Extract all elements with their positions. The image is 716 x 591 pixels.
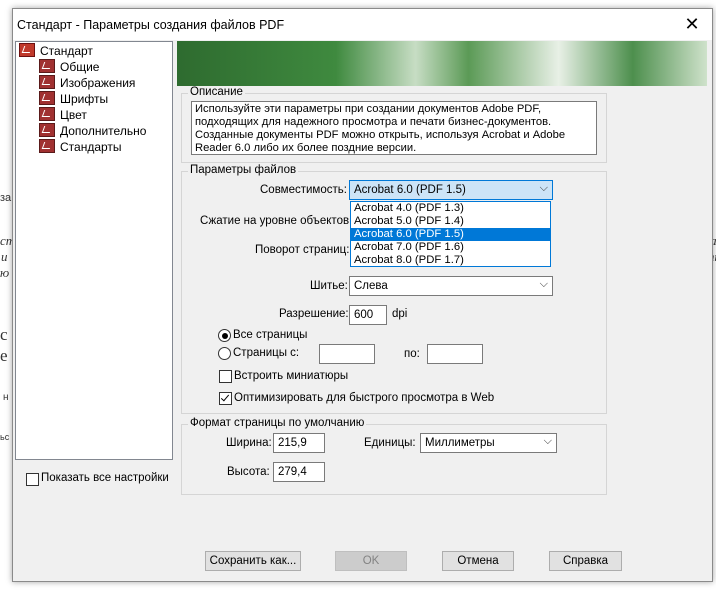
embed-thumbnails-label: Встроить миниатюры [234,370,349,382]
help-button[interactable]: Справка [549,551,622,571]
units-value: Миллиметры [425,437,495,449]
description-legend: Описание [188,86,245,98]
compat-option-selected[interactable]: Acrobat 6.0 (PDF 1.5) [351,228,550,241]
binding-label: Шитье: [310,280,348,292]
pages-to-input[interactable] [427,344,483,364]
units-select[interactable]: Миллиметры ⌵ [420,433,557,453]
chevron-down-icon: ⌵ [539,182,548,194]
tree-item-standard[interactable]: Стандарт [19,43,93,59]
pdf-settings-dialog: Стандарт - Параметры создания файлов PDF… [12,8,713,582]
width-input[interactable]: 215,9 [273,433,325,453]
title-bar[interactable]: Стандарт - Параметры создания файлов PDF… [13,9,712,40]
all-pages-radio[interactable] [218,329,231,342]
chevron-down-icon: ⌵ [543,435,552,447]
bg-fragment: и [1,249,8,264]
bg-fragment: с [0,325,8,344]
pdf-page-icon [39,75,55,89]
compat-option[interactable]: Acrobat 5.0 (PDF 1.4) [351,215,550,228]
ok-button[interactable]: OK [335,551,407,571]
embed-thumbnails-checkbox[interactable] [219,370,232,383]
height-label: Высота: [227,466,270,478]
file-options-legend: Параметры файлов [188,164,299,176]
object-compression-label: Сжатие на уровне объектов: [200,215,353,227]
compat-value: Acrobat 6.0 (PDF 1.5) [354,184,466,196]
tree-item-color[interactable]: Цвет [39,107,87,123]
description-text: Используйте эти параметры при создании д… [195,103,566,154]
pdf-page-icon [39,123,55,137]
tree-item-fonts[interactable]: Шрифты [39,91,108,107]
compat-option[interactable]: Acrobat 7.0 (PDF 1.6) [351,241,550,254]
save-as-button[interactable]: Сохранить как... [205,551,301,571]
pages-range-radio[interactable] [218,347,231,360]
bg-fragment: за [0,192,12,204]
tree-item-images[interactable]: Изображения [39,75,135,91]
pages-from-label: Страницы с: [233,347,300,359]
tree-item-general[interactable]: Общие [39,59,99,75]
show-all-checkbox[interactable] [26,473,39,486]
pages-from-input[interactable] [319,344,375,364]
cancel-button[interactable]: Отмена [442,551,514,571]
dialog-title: Стандарт - Параметры создания файлов PDF [17,18,285,32]
pdf-page-icon [39,107,55,121]
optimize-web-label: Оптимизировать для быстрого просмотра в … [234,392,495,404]
binding-select[interactable]: Слева ⌵ [349,276,553,296]
show-all-label: Показать все настройки [41,472,169,484]
height-input[interactable]: 279,4 [273,462,325,482]
page-rotation-label: Поворот страниц: [255,244,350,256]
resolution-unit: dpi [392,308,408,320]
compat-option[interactable]: Acrobat 4.0 (PDF 1.3) [351,202,550,215]
compat-dropdown-list: Acrobat 4.0 (PDF 1.3) Acrobat 5.0 (PDF 1… [350,201,551,267]
page-size-legend: Формат страницы по умолчанию [188,417,367,429]
bg-fragment: е [0,346,8,365]
bg-fragment: ьс [0,432,10,442]
bg-fragment: ю [0,265,10,280]
header-banner [177,41,707,86]
units-label: Единицы: [364,437,416,449]
width-label: Ширина: [226,437,272,449]
resolution-input[interactable]: 600 [349,305,387,325]
compat-label: Совместимость: [260,184,347,196]
pdf-preset-icon [19,43,35,57]
pages-to-label: по: [404,348,420,360]
resolution-label: Разрешение: [279,308,349,320]
pdf-page-icon [39,91,55,105]
chevron-down-icon: ⌵ [539,278,548,290]
tree-item-advanced[interactable]: Дополнительно [39,123,146,139]
close-icon[interactable]: ✕ [672,9,712,40]
settings-tree: Стандарт Общие Изображения Шрифты Цвет Д… [15,41,173,460]
optimize-web-checkbox[interactable] [219,392,232,405]
compat-select[interactable]: Acrobat 6.0 (PDF 1.5) ⌵ [349,180,553,200]
pdf-page-icon [39,139,55,153]
binding-value: Слева [354,280,388,292]
compat-option[interactable]: Acrobat 8.0 (PDF 1.7) [351,254,550,267]
description-box: Используйте эти параметры при создании д… [191,101,597,155]
tree-item-standards[interactable]: Стандарты [39,139,122,155]
bg-fragment: н [3,392,9,403]
all-pages-label: Все страницы [233,329,308,341]
pdf-page-icon [39,59,55,73]
